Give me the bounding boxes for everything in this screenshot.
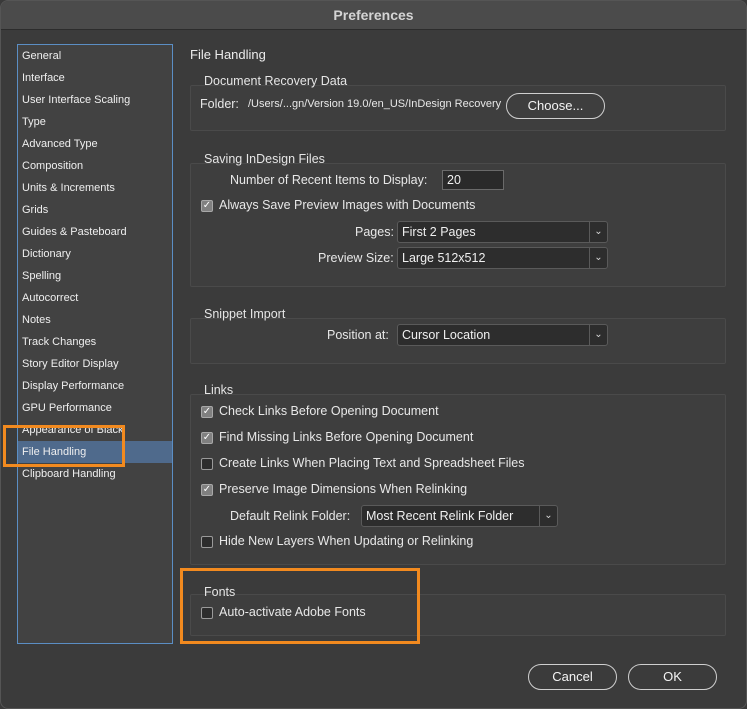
find-missing-checkbox[interactable]: ✓ — [201, 432, 213, 444]
sidebar-item-spelling[interactable]: Spelling — [18, 265, 172, 287]
create-links-checkbox[interactable] — [201, 458, 213, 470]
sidebar-item-file-handling[interactable]: File Handling — [18, 441, 172, 463]
check-icon: ✓ — [202, 432, 212, 443]
preview-images-checkbox[interactable]: ✓ — [201, 200, 213, 212]
chevron-down-icon: ⌄ — [589, 222, 607, 242]
auto-activate-fonts-checkbox[interactable] — [201, 607, 213, 619]
check-links-checkbox[interactable]: ✓ — [201, 406, 213, 418]
relink-folder-select-value: Most Recent Relink Folder — [366, 509, 514, 523]
recent-items-label: Number of Recent Items to Display: — [230, 173, 428, 187]
choose-button[interactable]: Choose... — [506, 93, 605, 119]
links-group-title: Links — [204, 383, 234, 397]
auto-activate-fonts-label: Auto-activate Adobe Fonts — [219, 605, 366, 619]
sidebar-item-display-performance[interactable]: Display Performance — [18, 375, 172, 397]
cancel-button[interactable]: Cancel — [528, 664, 617, 690]
find-missing-label: Find Missing Links Before Opening Docume… — [219, 430, 474, 444]
preferences-window: Preferences General Interface User Inter… — [0, 0, 747, 709]
sidebar-item-interface[interactable]: Interface — [18, 67, 172, 89]
chevron-down-icon: ⌄ — [589, 325, 607, 345]
chevron-down-icon: ⌄ — [539, 506, 557, 526]
sidebar-item-units[interactable]: Units & Increments — [18, 177, 172, 199]
sidebar-item-notes[interactable]: Notes — [18, 309, 172, 331]
sidebar-item-appearance-of-black[interactable]: Appearance of Black — [18, 419, 172, 441]
preview-size-select-value: Large 512x512 — [402, 251, 486, 265]
sidebar-item-gpu-performance[interactable]: GPU Performance — [18, 397, 172, 419]
create-links-label: Create Links When Placing Text and Sprea… — [219, 456, 525, 470]
check-icon: ✓ — [202, 200, 212, 211]
position-at-select-value: Cursor Location — [402, 328, 491, 342]
sidebar-item-grids[interactable]: Grids — [18, 199, 172, 221]
saving-group-title: Saving InDesign Files — [204, 152, 325, 166]
preserve-dims-checkbox[interactable]: ✓ — [201, 484, 213, 496]
relink-folder-select[interactable]: Most Recent Relink Folder ⌄ — [361, 505, 558, 527]
hide-layers-label: Hide New Layers When Updating or Relinki… — [219, 534, 474, 548]
check-icon: ✓ — [202, 484, 212, 495]
pages-select-value: First 2 Pages — [402, 225, 476, 239]
recovery-group-title: Document Recovery Data — [204, 74, 348, 88]
page-title: File Handling — [190, 47, 266, 62]
ok-button[interactable]: OK — [628, 664, 717, 690]
sidebar-item-type[interactable]: Type — [18, 111, 172, 133]
snippet-group-title: Snippet Import — [204, 307, 286, 321]
recent-items-input[interactable]: 20 — [442, 170, 504, 190]
position-at-select[interactable]: Cursor Location ⌄ — [397, 324, 608, 346]
folder-label: Folder: — [200, 97, 239, 111]
pages-select[interactable]: First 2 Pages ⌄ — [397, 221, 608, 243]
sidebar-item-advanced-type[interactable]: Advanced Type — [18, 133, 172, 155]
sidebar-item-track-changes[interactable]: Track Changes — [18, 331, 172, 353]
folder-path: /Users/...gn/Version 19.0/en_US/InDesign… — [248, 98, 502, 110]
hide-layers-checkbox[interactable] — [201, 536, 213, 548]
sidebar-item-ui-scaling[interactable]: User Interface Scaling — [18, 89, 172, 111]
sidebar-item-dictionary[interactable]: Dictionary — [18, 243, 172, 265]
chevron-down-icon: ⌄ — [589, 248, 607, 268]
sidebar-item-story-editor[interactable]: Story Editor Display — [18, 353, 172, 375]
preview-size-label: Preview Size: — [318, 251, 394, 265]
pages-label: Pages: — [355, 225, 394, 239]
sidebar-item-general[interactable]: General — [18, 45, 172, 67]
preview-size-select[interactable]: Large 512x512 ⌄ — [397, 247, 608, 269]
check-links-label: Check Links Before Opening Document — [219, 404, 439, 418]
window-title: Preferences — [1, 1, 746, 30]
fonts-group-title: Fonts — [204, 585, 236, 599]
relink-folder-label: Default Relink Folder: — [230, 509, 351, 523]
sidebar-item-autocorrect[interactable]: Autocorrect — [18, 287, 172, 309]
sidebar-item-composition[interactable]: Composition — [18, 155, 172, 177]
sidebar-item-guides[interactable]: Guides & Pasteboard — [18, 221, 172, 243]
preserve-dims-label: Preserve Image Dimensions When Relinking — [219, 482, 468, 496]
position-at-label: Position at: — [327, 328, 389, 342]
sidebar-item-clipboard-handling[interactable]: Clipboard Handling — [18, 463, 172, 485]
preview-images-label: Always Save Preview Images with Document… — [219, 198, 476, 212]
check-icon: ✓ — [202, 406, 212, 417]
category-sidebar[interactable]: General Interface User Interface Scaling… — [17, 44, 173, 644]
